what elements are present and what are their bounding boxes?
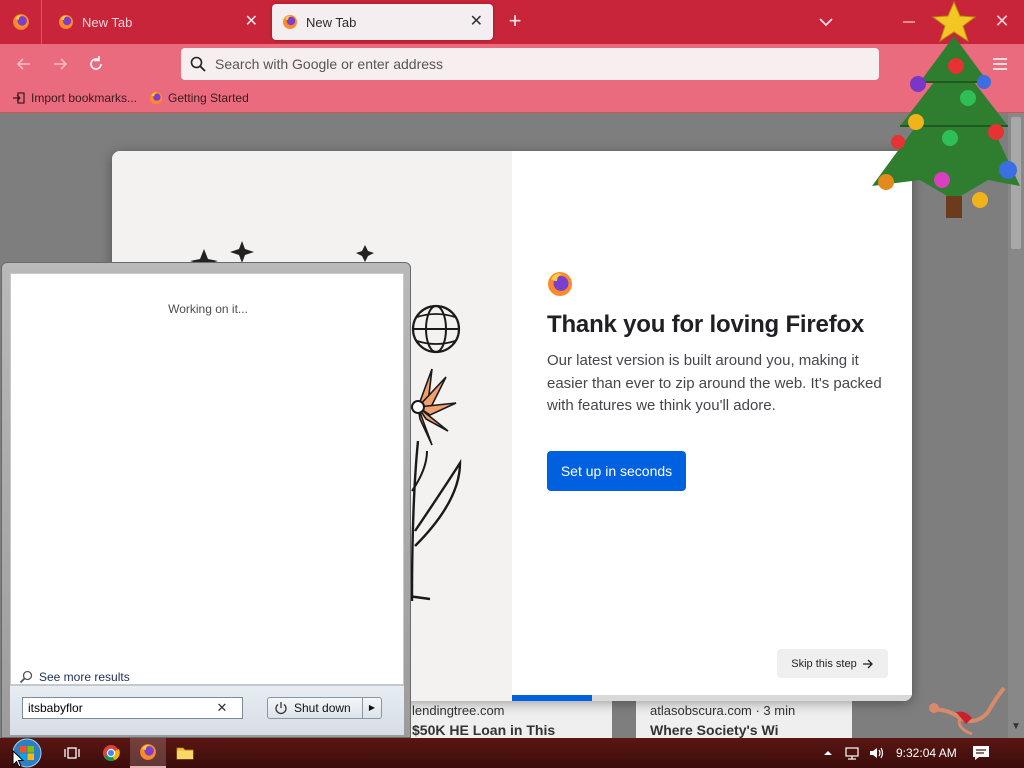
firefox-icon (12, 14, 29, 30)
tab-new-tab-2[interactable]: New Tab ✕ (272, 4, 493, 40)
network-icon[interactable] (844, 745, 860, 761)
close-tab-icon[interactable]: ✕ (245, 14, 258, 30)
search-icon (190, 56, 206, 72)
welcome-content-panel: Thank you for loving Firefox Our latest … (512, 151, 912, 701)
clock[interactable]: 9:32:04 AM (896, 746, 957, 760)
firefox-icon (59, 15, 73, 29)
search-status-text: Working on it... (168, 302, 248, 316)
file-explorer-icon (176, 747, 194, 760)
see-more-results-link[interactable]: See more results (19, 670, 130, 684)
close-tab-icon[interactable]: ✕ (470, 14, 483, 30)
skip-step-label: Skip this step (791, 657, 857, 670)
clear-search-icon[interactable]: ✕ (213, 699, 231, 717)
firefox-icon (149, 91, 163, 105)
bookmark-label: Getting Started (168, 91, 249, 105)
bookmark-getting-started[interactable]: Getting Started (149, 91, 249, 105)
skip-step-button[interactable]: Skip this step (777, 649, 888, 678)
welcome-description: Our latest version is built around you, … (547, 352, 882, 414)
taskbar: 9:32:04 AM (0, 738, 1024, 768)
arrow-right-icon (862, 659, 873, 668)
chevron-down-icon[interactable] (816, 12, 836, 32)
shutdown-options-arrow[interactable]: ▶ (362, 697, 382, 719)
onboarding-progress-fill (512, 695, 592, 701)
reload-icon[interactable] (86, 54, 106, 74)
firefox-icon (283, 15, 297, 29)
news-card-headline: $50K HE Loan in This (412, 722, 556, 738)
search-results-pane: Working on it... See more results (10, 273, 404, 685)
back-arrow-icon[interactable] (14, 54, 34, 74)
news-card-headline: Where Society's Wi (650, 722, 779, 738)
news-card-source: atlasobscura.com · 3 min (650, 703, 796, 718)
address-bar[interactable] (181, 48, 879, 80)
chrome-icon (103, 745, 120, 761)
taskbar-firefox[interactable] (130, 738, 166, 768)
bookmark-import[interactable]: Import bookmarks... (12, 91, 137, 105)
firefox-view-button[interactable] (0, 0, 42, 44)
scroll-down-arrow-icon[interactable]: ▼ (1010, 721, 1022, 733)
mouse-cursor-icon (12, 750, 25, 768)
firefox-icon (140, 744, 156, 760)
bookmark-label: Import bookmarks... (31, 91, 138, 105)
firefox-logo-icon (548, 272, 572, 296)
system-tray: 9:32:04 AM (816, 738, 991, 768)
tab-new-tab-1[interactable]: New Tab ✕ (48, 4, 268, 40)
new-tab-button[interactable]: + (503, 10, 527, 34)
import-icon (13, 92, 25, 104)
setup-button[interactable]: Set up in seconds (547, 451, 686, 491)
start-menu-footer: ✕ Shut down ▶ (10, 685, 404, 735)
task-view-button[interactable] (54, 738, 90, 768)
onboarding-progress-bar (512, 695, 912, 701)
magnifier-icon (19, 670, 33, 684)
forward-arrow-icon[interactable] (50, 54, 70, 74)
start-search-box[interactable]: ✕ (22, 697, 243, 719)
shut-down-label: Shut down (294, 701, 351, 715)
welcome-title: Thank you for loving Firefox (547, 311, 865, 338)
task-view-icon (64, 747, 80, 759)
taskbar-chrome[interactable] (93, 738, 129, 768)
chevron-up-icon[interactable] (820, 745, 836, 761)
see-more-results-label: See more results (39, 670, 130, 684)
dancer-figurine-decoration (929, 686, 1006, 736)
news-card-source: lendingtree.com (412, 703, 505, 718)
power-icon (275, 702, 287, 715)
action-center-icon[interactable] (971, 744, 991, 762)
shut-down-button[interactable]: Shut down (267, 697, 363, 719)
start-search-input[interactable] (28, 701, 213, 715)
start-menu: Working on it... See more results ✕ Shut… (1, 262, 411, 738)
address-input[interactable] (215, 56, 815, 72)
christmas-tree-decoration (872, 0, 1020, 218)
tab-label: New Tab (82, 14, 133, 30)
taskbar-file-explorer[interactable] (167, 738, 203, 768)
volume-icon[interactable] (868, 745, 884, 761)
tab-label: New Tab (306, 14, 357, 30)
